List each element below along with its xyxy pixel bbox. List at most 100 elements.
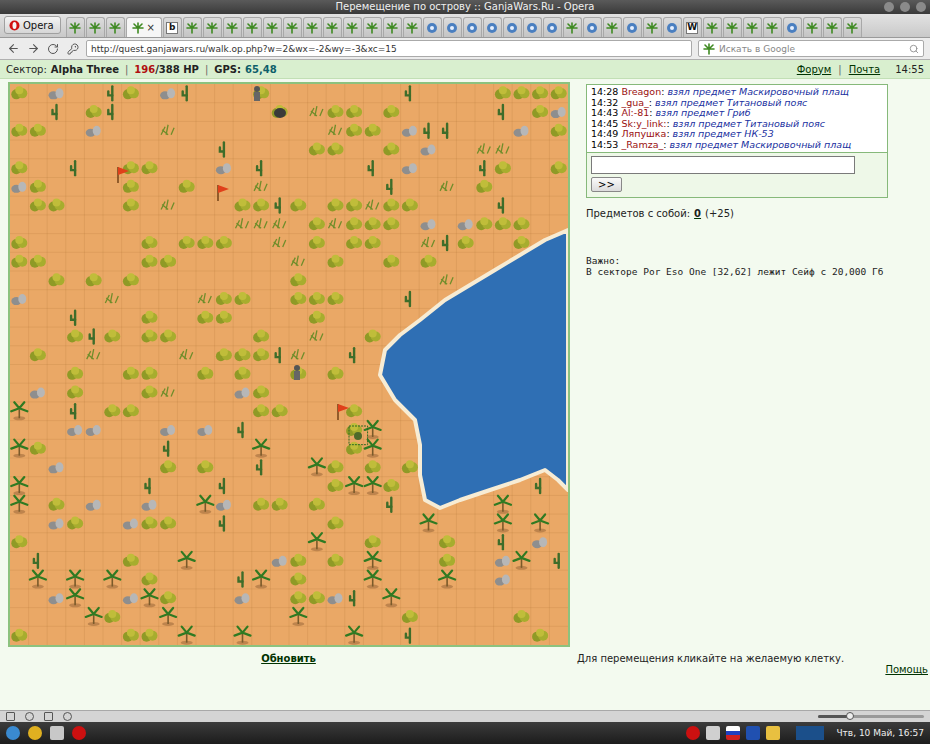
browser-tab[interactable] xyxy=(523,17,542,37)
folder-icon[interactable] xyxy=(766,726,780,740)
bush-icon xyxy=(123,404,139,417)
browser-tab[interactable] xyxy=(483,17,502,37)
browser-tab[interactable] xyxy=(203,17,222,37)
palm-icon xyxy=(309,458,325,476)
browser-tab[interactable] xyxy=(543,17,562,37)
bush-icon xyxy=(309,217,325,230)
bush-icon xyxy=(142,629,158,642)
browser-tab[interactable] xyxy=(223,17,242,37)
browser-tab[interactable] xyxy=(363,17,382,37)
browser-tab[interactable] xyxy=(106,17,125,37)
chat-box: 14:28 Breagon: взял предмет Маскировочны… xyxy=(586,84,888,198)
close-button[interactable] xyxy=(916,2,926,12)
bush-icon xyxy=(383,255,399,268)
bush-icon xyxy=(346,404,362,417)
browser-tab[interactable] xyxy=(443,17,462,37)
browser-tab[interactable] xyxy=(843,17,862,37)
browser-tab[interactable] xyxy=(623,17,642,37)
language-flag-icon[interactable] xyxy=(726,726,740,740)
bush-icon xyxy=(476,180,492,193)
bush-icon xyxy=(160,255,176,268)
browser-tab[interactable] xyxy=(463,17,482,37)
bush-icon xyxy=(346,199,362,212)
browser-tab[interactable] xyxy=(183,17,202,37)
chat-log: 14:28 Breagon: взял предмет Маскировочны… xyxy=(587,85,887,153)
browser-tab[interactable] xyxy=(743,17,762,37)
island-map[interactable] xyxy=(10,84,568,645)
browser-tab[interactable] xyxy=(643,17,662,37)
bush-icon xyxy=(160,516,176,529)
search-field[interactable]: Искать в Google xyxy=(698,40,924,57)
share-icon[interactable] xyxy=(44,712,53,721)
minimize-button[interactable] xyxy=(884,2,894,12)
browser-tab[interactable]: b xyxy=(163,17,182,37)
browser-tab[interactable] xyxy=(323,17,342,37)
browser-tab[interactable] xyxy=(303,17,322,37)
refresh-link[interactable]: Обновить xyxy=(261,653,316,664)
url-field[interactable]: http://quest.ganjawars.ru/walk.op.php?w=… xyxy=(86,40,692,57)
network-icon[interactable] xyxy=(746,726,760,740)
volume-icon[interactable] xyxy=(706,726,720,740)
current-cell[interactable] xyxy=(349,426,368,445)
browser-tab[interactable] xyxy=(243,17,262,37)
unite-icon[interactable] xyxy=(25,712,34,721)
browser-tab[interactable] xyxy=(66,17,85,37)
help-link[interactable]: Помощь xyxy=(885,664,930,675)
panel-icon[interactable] xyxy=(6,712,15,721)
opera-menu-button[interactable]: Opera xyxy=(4,16,61,34)
chat-input[interactable] xyxy=(591,156,855,174)
browser-tab[interactable] xyxy=(723,17,742,37)
browser-tab[interactable] xyxy=(283,17,302,37)
browser-tab[interactable] xyxy=(703,17,722,37)
start-icon[interactable] xyxy=(6,726,20,740)
browser-tab[interactable] xyxy=(383,17,402,37)
zoom-slider[interactable] xyxy=(818,715,924,718)
mail-icon[interactable] xyxy=(50,726,64,740)
opera-icon[interactable] xyxy=(72,726,86,740)
chat-message: 14:53 _Ramza_: взял предмет Маскировочны… xyxy=(591,140,883,151)
browser-tab[interactable] xyxy=(603,17,622,37)
bush-icon xyxy=(309,311,325,324)
mail-link[interactable]: Почта xyxy=(849,64,881,75)
opera-tray-icon[interactable] xyxy=(686,726,700,740)
search-icon[interactable] xyxy=(909,44,919,54)
key-icon[interactable] xyxy=(66,42,80,56)
site-icon xyxy=(526,22,538,34)
speed-icon[interactable] xyxy=(63,712,72,721)
browser-tab[interactable] xyxy=(503,17,522,37)
player-icon[interactable] xyxy=(254,86,260,101)
browser-tab[interactable] xyxy=(343,17,362,37)
forward-icon[interactable] xyxy=(26,42,40,56)
browser-tab[interactable] xyxy=(783,17,802,37)
browser-tab[interactable] xyxy=(583,17,602,37)
browser-tab[interactable]: W xyxy=(683,17,702,37)
browser-tab[interactable] xyxy=(563,17,582,37)
site-icon xyxy=(466,22,478,34)
browser-tab[interactable] xyxy=(763,17,782,37)
tab-close-button[interactable]: × xyxy=(146,22,154,33)
grass-icon xyxy=(440,181,453,191)
palm-icon xyxy=(30,571,46,589)
items-link[interactable]: 0 xyxy=(694,208,701,219)
send-button[interactable]: >> xyxy=(591,177,622,192)
browser-tab[interactable] xyxy=(803,17,822,37)
window-title: Перемещение по острову :: GanjaWars.Ru -… xyxy=(336,0,595,14)
chrome-icon[interactable] xyxy=(28,726,42,740)
browser-tab[interactable]: × xyxy=(126,17,162,37)
browser-tab[interactable] xyxy=(263,17,282,37)
bush-icon xyxy=(514,86,530,99)
browser-tab[interactable] xyxy=(663,17,682,37)
maximize-button[interactable] xyxy=(900,2,910,12)
browser-tab[interactable] xyxy=(86,17,105,37)
browser-tab[interactable] xyxy=(403,17,422,37)
player-icon[interactable] xyxy=(294,365,300,380)
browser-tab[interactable] xyxy=(823,17,842,37)
reload-icon[interactable] xyxy=(46,42,60,56)
rock-icon xyxy=(216,500,231,511)
forum-link[interactable]: Форум xyxy=(797,64,832,75)
rock-icon xyxy=(235,593,250,604)
browser-tab[interactable] xyxy=(423,17,442,37)
bush-icon xyxy=(30,124,46,137)
back-icon[interactable] xyxy=(6,42,20,56)
bush-icon xyxy=(309,498,325,511)
